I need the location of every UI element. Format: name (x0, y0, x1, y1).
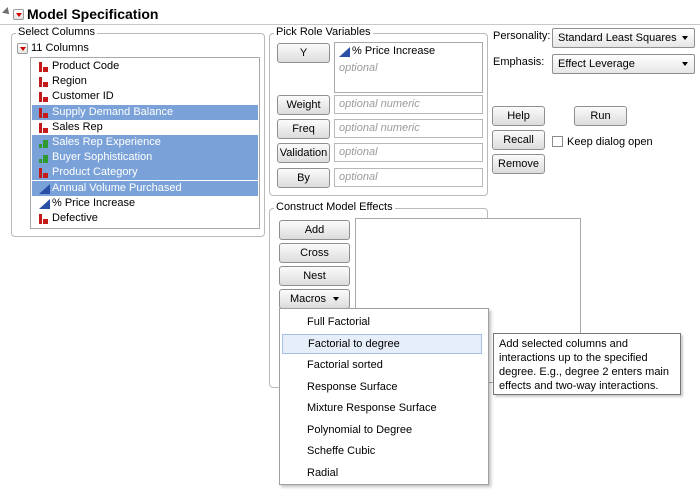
title-divider (0, 24, 700, 25)
freq-button[interactable]: Freq (277, 119, 330, 139)
column-list-item[interactable]: Region (32, 74, 258, 89)
column-name: Sales Rep Experience (52, 136, 161, 148)
validation-field[interactable]: optional (334, 143, 483, 162)
column-list-item[interactable]: Sales Rep (32, 120, 258, 135)
continuous-icon (39, 183, 50, 194)
macro-menu-item[interactable]: Factorial to degree (282, 333, 482, 354)
columns-count-label: 11 Columns (31, 42, 89, 54)
column-name: Customer ID (52, 90, 114, 103)
weight-button[interactable]: Weight (277, 95, 330, 115)
ordinal-icon (39, 153, 48, 164)
disclosure-icon[interactable] (2, 7, 12, 17)
column-name: Product Code (52, 60, 120, 72)
tooltip-line: effects and two-way interactions. (499, 380, 659, 392)
column-name: Defective (52, 212, 98, 224)
freq-field[interactable]: optional numeric (334, 119, 483, 138)
nominal-icon (39, 122, 48, 133)
keep-dialog-open-checkbox[interactable] (552, 136, 563, 147)
column-list-item[interactable]: Supply Demand Balance (32, 104, 258, 120)
personality-value: Standard Least Squares (558, 32, 677, 44)
macro-menu-item[interactable]: Response Surface (282, 377, 482, 397)
emphasis-select[interactable]: Effect Leverage (552, 54, 695, 74)
macros-label: Macros (289, 293, 326, 305)
column-list-item[interactable]: Defective (32, 211, 258, 226)
column-list-item[interactable]: Buyer Sophistication (32, 150, 258, 166)
construct-effects-legend: Construct Model Effects (274, 201, 395, 213)
y-role-value: % Price Increase (352, 45, 436, 57)
nominal-icon (39, 92, 48, 103)
column-list-item[interactable]: Customer ID (32, 89, 258, 104)
y-role-button[interactable]: Y (277, 43, 330, 63)
weight-field[interactable]: optional numeric (334, 95, 483, 114)
macro-menu-item[interactable]: Mixture Response Surface (282, 398, 482, 418)
macro-menu-item[interactable]: Polynomial to Degree (282, 420, 482, 440)
continuous-icon (339, 47, 350, 57)
macro-menu-item[interactable]: Factorial sorted (282, 355, 482, 375)
column-name: Buyer Sophistication (52, 151, 153, 164)
tooltip-line: Add selected columns and (499, 338, 629, 350)
by-field[interactable]: optional (334, 168, 483, 187)
page-title: Model Specification (27, 6, 159, 22)
column-name: Supply Demand Balance (52, 105, 174, 118)
add-effect-button[interactable]: Add (279, 220, 350, 240)
emphasis-value: Effect Leverage (558, 58, 635, 70)
column-name: Annual Volume Purchased (52, 181, 182, 194)
columns-red-triangle-icon[interactable] (17, 43, 28, 54)
column-name: Product Category (52, 166, 138, 179)
help-button[interactable]: Help (492, 106, 545, 126)
red-triangle-menu-icon[interactable] (13, 9, 24, 20)
tooltip-line: interactions up to the specified (499, 352, 648, 364)
continuous-icon (39, 198, 50, 209)
y-role-list[interactable]: % Price Increase optional (334, 42, 483, 93)
macro-tooltip: Add selected columns and interactions up… (493, 333, 681, 395)
column-list-item[interactable]: Product Code (32, 59, 258, 74)
cross-button[interactable]: Cross (279, 243, 350, 263)
nominal-icon (39, 168, 48, 179)
by-button[interactable]: By (277, 168, 330, 188)
macros-menu: Full Factorial Factorial to degree Factori… (279, 308, 489, 485)
macro-menu-item[interactable]: Scheffe Cubic (282, 441, 482, 461)
run-button[interactable]: Run (574, 106, 627, 126)
select-columns-legend: Select Columns (16, 26, 98, 38)
columns-list[interactable]: Product Code Region Customer ID Supply Dema… (30, 57, 260, 229)
chevron-down-icon (682, 62, 688, 66)
nominal-icon (39, 107, 48, 118)
validation-button[interactable]: Validation (277, 143, 330, 163)
chevron-down-icon (333, 297, 340, 301)
column-name: Region (52, 75, 87, 88)
emphasis-label: Emphasis: (493, 56, 545, 68)
column-name: Sales Rep (52, 120, 103, 133)
nest-button[interactable]: Nest (279, 266, 350, 286)
nominal-icon (39, 77, 48, 88)
nominal-icon (39, 62, 48, 72)
recall-button[interactable]: Recall (492, 130, 545, 150)
macros-button[interactable]: Macros (279, 289, 350, 309)
remove-button[interactable]: Remove (492, 154, 545, 174)
ordinal-icon (39, 138, 48, 148)
column-list-item[interactable]: Sales Rep Experience (32, 135, 258, 150)
column-name: % Price Increase (52, 196, 136, 209)
personality-select[interactable]: Standard Least Squares (552, 28, 695, 48)
nominal-icon (39, 214, 48, 224)
role-variables-legend: Pick Role Variables (274, 26, 373, 38)
column-list-item[interactable]: % Price Increase (32, 196, 258, 211)
tooltip-line: degree. E.g., degree 2 enters main (499, 366, 669, 378)
chevron-down-icon (682, 36, 688, 40)
personality-label: Personality: (493, 30, 551, 42)
column-list-item[interactable]: Annual Volume Purchased (32, 180, 258, 196)
keep-dialog-open-label: Keep dialog open (567, 136, 653, 148)
y-role-placeholder: optional (339, 62, 378, 74)
column-list-item[interactable]: Product Category (32, 165, 258, 181)
macro-menu-item[interactable]: Full Factorial (282, 312, 482, 332)
macro-menu-item[interactable]: Radial (282, 463, 482, 483)
